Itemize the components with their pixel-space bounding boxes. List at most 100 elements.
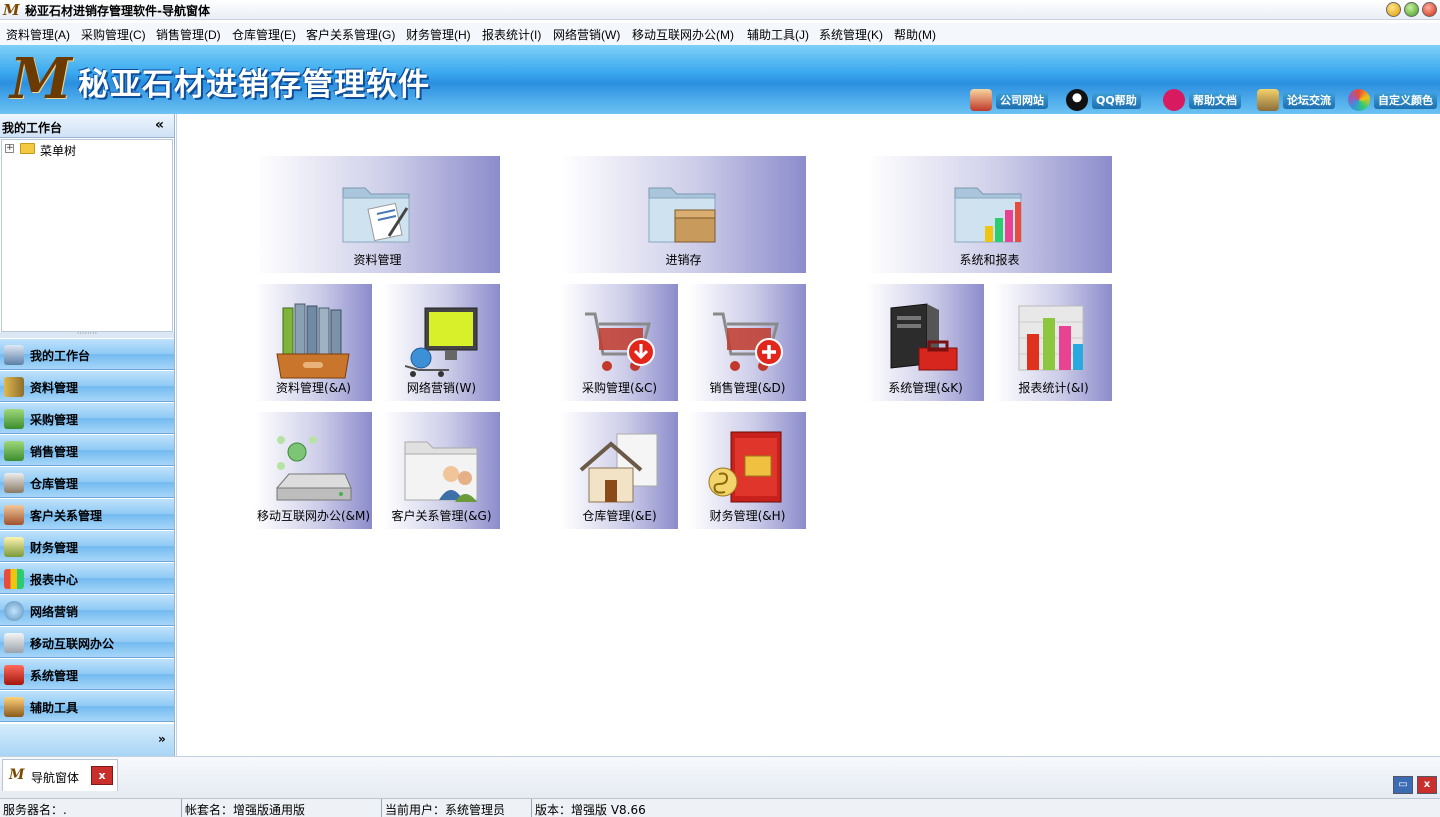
palette-icon (1348, 89, 1370, 111)
maximize-button[interactable] (1404, 2, 1419, 17)
workbench-icon (4, 345, 24, 365)
tile-sales[interactable]: 销售管理(&D) (689, 284, 806, 401)
sidebar-item-system[interactable]: 系统管理 (0, 659, 174, 690)
tile-data-management[interactable]: 资料管理(&A) (255, 284, 372, 401)
collapse-panel-button[interactable]: « (155, 117, 164, 133)
banner: M 秘亚石材进销存管理软件 公司网站 QQ帮助 帮助文档 论坛交流 自定义颜色 (0, 45, 1440, 114)
tile-data-management-group[interactable]: 资料管理 (255, 156, 500, 273)
window-tab-strip: M 导航窗体 x ▭ x (0, 756, 1440, 798)
finance-icon (4, 537, 24, 557)
menu-mobile-office[interactable]: 移动互联网办公(M) (632, 26, 734, 43)
binders-icon (4, 377, 24, 397)
tile-marketing[interactable]: 网络营销(W) (383, 284, 500, 401)
tile-system-reports-group[interactable]: 系统和报表 (867, 156, 1112, 273)
menu-purchase[interactable]: 采购管理(C) (81, 26, 146, 43)
bar-chart-icon (4, 569, 24, 589)
left-panel: 我的工作台 « + 菜单树 ········ 我的工作台 资料管理 采购管理 销… (0, 114, 175, 756)
status-bar: 服务器名：. 帐套名：增强版通用版 当前用户：系统管理员 版本：增强版 V8.6… (0, 798, 1440, 817)
folder-chart-icon (954, 187, 1022, 243)
more-items-button[interactable]: » (158, 732, 166, 746)
folder-users-icon (404, 441, 478, 502)
tile-inventory-group[interactable]: 进销存 (561, 156, 806, 273)
banner-title: 秘亚石材进销存管理软件 (78, 67, 430, 103)
tile-report-statistics[interactable]: 报表统计(&I) (995, 284, 1112, 401)
tile-label: 系统管理(&K) (888, 381, 963, 395)
sidebar-footer: » (0, 724, 174, 756)
panel-splitter[interactable]: ········ (0, 330, 174, 338)
sidebar-item-marketing[interactable]: 网络营销 (0, 595, 174, 626)
tile-purchase[interactable]: 采购管理(&C) (561, 284, 678, 401)
tab-navigation-form[interactable]: M 导航窗体 x (2, 759, 118, 791)
sidebar-item-finance[interactable]: 财务管理 (0, 531, 174, 562)
question-icon (1163, 89, 1185, 111)
tile-crm[interactable]: 客户关系管理(&G) (383, 412, 500, 529)
penguin-icon (1066, 89, 1088, 111)
drive-icon (4, 633, 24, 653)
tree-node-menu[interactable]: 菜单树 (40, 142, 76, 159)
tile-warehouse[interactable]: 仓库管理(&E) (561, 412, 678, 529)
menu-warehouse[interactable]: 仓库管理(E) (232, 26, 296, 43)
tile-label: 进销存 (665, 253, 702, 267)
monitor-globe-icon (405, 307, 478, 377)
sidebar-item-sales[interactable]: 销售管理 (0, 435, 174, 466)
tile-label: 仓库管理(&E) (582, 509, 657, 523)
close-tab-button[interactable]: x (91, 766, 113, 785)
sidebar-item-warehouse[interactable]: 仓库管理 (0, 467, 174, 498)
menu-finance[interactable]: 财务管理(H) (406, 26, 471, 43)
menu-system[interactable]: 系统管理(K) (819, 26, 883, 43)
menu-reports[interactable]: 报表统计(I) (482, 26, 541, 43)
sidebar-item-tools[interactable]: 辅助工具 (0, 691, 174, 722)
menu-sales[interactable]: 销售管理(D) (156, 26, 221, 43)
menu-data-management[interactable]: 资料管理(A) (6, 26, 70, 43)
cart-down-icon (585, 312, 655, 371)
cart-down-icon (4, 409, 24, 429)
users-icon (4, 505, 24, 525)
menu-help[interactable]: 帮助(M) (894, 26, 936, 43)
menu-crm[interactable]: 客户关系管理(G) (306, 26, 395, 43)
sidebar-item-purchase[interactable]: 采购管理 (0, 403, 174, 434)
tree-expand-icon[interactable]: + (5, 144, 14, 153)
safe-money-icon (708, 431, 782, 503)
workbench-header: 我的工作台 « (0, 114, 174, 138)
menu-marketing[interactable]: 网络营销(W) (553, 26, 620, 43)
menu-bar: 资料管理(A) 采购管理(C) 销售管理(D) 仓库管理(E) 客户关系管理(G… (0, 23, 1440, 45)
tile-label: 系统和报表 (959, 253, 1020, 267)
app-logo-icon: M (3, 1, 20, 19)
restore-window-button[interactable]: ▭ (1393, 776, 1413, 794)
status-account: 帐套名：增强版通用版 (182, 799, 382, 817)
tile-finance[interactable]: 财务管理(&H) (689, 412, 806, 529)
window-title: 秘亚石材进销存管理软件-导航窗体 (25, 4, 210, 18)
house-folder-icon (579, 433, 658, 503)
sidebar-item-crm[interactable]: 客户关系管理 (0, 499, 174, 530)
people-icon (1257, 89, 1279, 111)
sidebar-item-mobile-office[interactable]: 移动互联网办公 (0, 627, 174, 658)
globe-icon (4, 601, 24, 621)
tile-label: 网络营销(W) (406, 381, 477, 395)
tile-label: 报表统计(&I) (1018, 381, 1089, 395)
status-server: 服务器名：. (0, 799, 182, 817)
folder-box-icon (648, 187, 716, 243)
app-logo-icon: M (9, 767, 25, 783)
tab-label: 导航窗体 (31, 771, 80, 785)
close-window-button[interactable]: x (1417, 776, 1437, 794)
tile-label: 资料管理 (353, 253, 402, 267)
cart-plus-icon (713, 312, 783, 371)
house-icon (970, 89, 992, 111)
warehouse-icon (4, 473, 24, 493)
folder-icon (20, 143, 35, 154)
status-user: 当前用户：系统管理员 (382, 799, 532, 817)
tile-system-management[interactable]: 系统管理(&K) (867, 284, 984, 401)
network-drive-icon (276, 436, 352, 501)
workbench-title: 我的工作台 (2, 121, 63, 135)
navigation-area: 资料管理 进销存 系统和报表 资料管理(&A) 网络营销(W) 采购管理(&C)… (176, 114, 1440, 756)
sidebar-item-workbench[interactable]: 我的工作台 (0, 339, 174, 370)
bar-chart-icon (1018, 305, 1084, 371)
tile-mobile-office[interactable]: 移动互联网办公(&M) (255, 412, 372, 529)
brand-logo-icon: M (10, 46, 72, 112)
menu-tools[interactable]: 辅助工具(J) (747, 26, 809, 43)
tile-label: 移动互联网办公(&M) (256, 509, 371, 523)
close-button[interactable] (1422, 2, 1437, 17)
sidebar-item-data-management[interactable]: 资料管理 (0, 371, 174, 402)
minimize-button[interactable] (1386, 2, 1401, 17)
sidebar-item-report-center[interactable]: 报表中心 (0, 563, 174, 594)
